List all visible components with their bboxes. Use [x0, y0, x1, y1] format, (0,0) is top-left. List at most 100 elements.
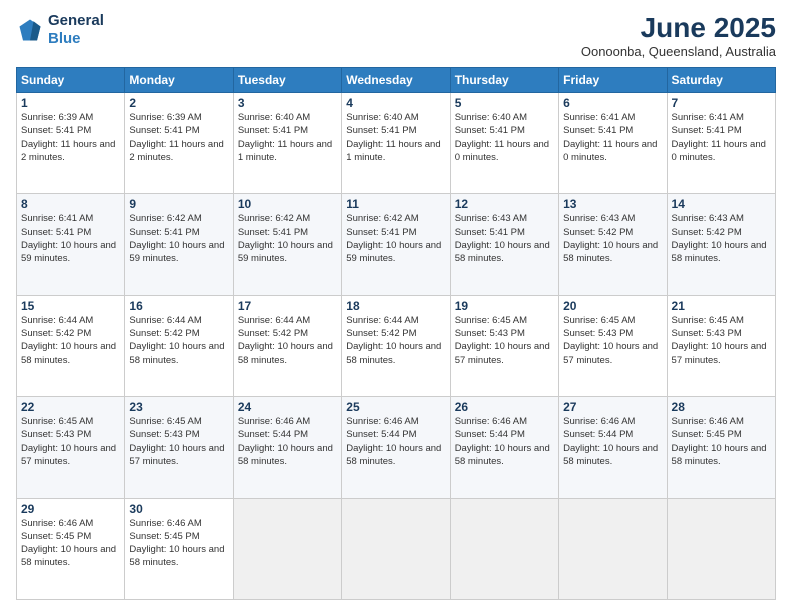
day-info: Sunrise: 6:39 AM Sunset: 5:41 PM Dayligh…	[129, 111, 228, 164]
calendar-table: Sunday Monday Tuesday Wednesday Thursday…	[16, 67, 776, 600]
calendar-cell: 20 Sunrise: 6:45 AM Sunset: 5:43 PM Dayl…	[559, 295, 667, 396]
calendar-cell: 18 Sunrise: 6:44 AM Sunset: 5:42 PM Dayl…	[342, 295, 450, 396]
day-number: 18	[346, 299, 445, 313]
calendar-cell: 7 Sunrise: 6:41 AM Sunset: 5:41 PM Dayli…	[667, 93, 775, 194]
col-saturday: Saturday	[667, 68, 775, 93]
day-info: Sunrise: 6:44 AM Sunset: 5:42 PM Dayligh…	[129, 314, 228, 367]
day-number: 5	[455, 96, 554, 110]
calendar-cell: 23 Sunrise: 6:45 AM Sunset: 5:43 PM Dayl…	[125, 397, 233, 498]
day-info: Sunrise: 6:46 AM Sunset: 5:45 PM Dayligh…	[672, 415, 771, 468]
day-info: Sunrise: 6:40 AM Sunset: 5:41 PM Dayligh…	[238, 111, 337, 164]
calendar-cell: 29 Sunrise: 6:46 AM Sunset: 5:45 PM Dayl…	[17, 498, 125, 599]
day-info: Sunrise: 6:44 AM Sunset: 5:42 PM Dayligh…	[238, 314, 337, 367]
day-number: 12	[455, 197, 554, 211]
day-info: Sunrise: 6:43 AM Sunset: 5:42 PM Dayligh…	[563, 212, 662, 265]
calendar-cell: 25 Sunrise: 6:46 AM Sunset: 5:44 PM Dayl…	[342, 397, 450, 498]
day-info: Sunrise: 6:45 AM Sunset: 5:43 PM Dayligh…	[563, 314, 662, 367]
calendar-cell: 27 Sunrise: 6:46 AM Sunset: 5:44 PM Dayl…	[559, 397, 667, 498]
day-number: 20	[563, 299, 662, 313]
day-info: Sunrise: 6:41 AM Sunset: 5:41 PM Dayligh…	[21, 212, 120, 265]
day-number: 11	[346, 197, 445, 211]
day-info: Sunrise: 6:46 AM Sunset: 5:44 PM Dayligh…	[238, 415, 337, 468]
day-info: Sunrise: 6:45 AM Sunset: 5:43 PM Dayligh…	[455, 314, 554, 367]
calendar-cell: 24 Sunrise: 6:46 AM Sunset: 5:44 PM Dayl…	[233, 397, 341, 498]
calendar-cell: 1 Sunrise: 6:39 AM Sunset: 5:41 PM Dayli…	[17, 93, 125, 194]
calendar-row-4: 22 Sunrise: 6:45 AM Sunset: 5:43 PM Dayl…	[17, 397, 776, 498]
logo-icon	[16, 16, 44, 44]
day-number: 28	[672, 400, 771, 414]
col-thursday: Thursday	[450, 68, 558, 93]
col-friday: Friday	[559, 68, 667, 93]
calendar-cell: 4 Sunrise: 6:40 AM Sunset: 5:41 PM Dayli…	[342, 93, 450, 194]
day-number: 29	[21, 502, 120, 516]
day-info: Sunrise: 6:43 AM Sunset: 5:42 PM Dayligh…	[672, 212, 771, 265]
calendar-cell	[342, 498, 450, 599]
calendar-header-row: Sunday Monday Tuesday Wednesday Thursday…	[17, 68, 776, 93]
calendar-cell: 14 Sunrise: 6:43 AM Sunset: 5:42 PM Dayl…	[667, 194, 775, 295]
calendar-cell	[559, 498, 667, 599]
day-info: Sunrise: 6:45 AM Sunset: 5:43 PM Dayligh…	[672, 314, 771, 367]
day-info: Sunrise: 6:46 AM Sunset: 5:45 PM Dayligh…	[21, 517, 120, 570]
calendar-cell: 3 Sunrise: 6:40 AM Sunset: 5:41 PM Dayli…	[233, 93, 341, 194]
calendar-cell: 6 Sunrise: 6:41 AM Sunset: 5:41 PM Dayli…	[559, 93, 667, 194]
day-number: 26	[455, 400, 554, 414]
day-number: 15	[21, 299, 120, 313]
day-number: 23	[129, 400, 228, 414]
calendar-cell: 17 Sunrise: 6:44 AM Sunset: 5:42 PM Dayl…	[233, 295, 341, 396]
day-info: Sunrise: 6:46 AM Sunset: 5:44 PM Dayligh…	[563, 415, 662, 468]
calendar-cell: 30 Sunrise: 6:46 AM Sunset: 5:45 PM Dayl…	[125, 498, 233, 599]
calendar-cell: 26 Sunrise: 6:46 AM Sunset: 5:44 PM Dayl…	[450, 397, 558, 498]
day-info: Sunrise: 6:42 AM Sunset: 5:41 PM Dayligh…	[238, 212, 337, 265]
day-number: 25	[346, 400, 445, 414]
day-info: Sunrise: 6:45 AM Sunset: 5:43 PM Dayligh…	[21, 415, 120, 468]
day-number: 30	[129, 502, 228, 516]
col-wednesday: Wednesday	[342, 68, 450, 93]
day-number: 9	[129, 197, 228, 211]
day-number: 14	[672, 197, 771, 211]
day-number: 19	[455, 299, 554, 313]
calendar-cell	[450, 498, 558, 599]
day-number: 2	[129, 96, 228, 110]
calendar-cell: 28 Sunrise: 6:46 AM Sunset: 5:45 PM Dayl…	[667, 397, 775, 498]
day-info: Sunrise: 6:42 AM Sunset: 5:41 PM Dayligh…	[129, 212, 228, 265]
calendar-cell: 16 Sunrise: 6:44 AM Sunset: 5:42 PM Dayl…	[125, 295, 233, 396]
day-number: 17	[238, 299, 337, 313]
calendar-row-5: 29 Sunrise: 6:46 AM Sunset: 5:45 PM Dayl…	[17, 498, 776, 599]
location: Oonoonba, Queensland, Australia	[581, 44, 776, 59]
day-number: 1	[21, 96, 120, 110]
calendar-cell: 15 Sunrise: 6:44 AM Sunset: 5:42 PM Dayl…	[17, 295, 125, 396]
title-area: June 2025 Oonoonba, Queensland, Australi…	[581, 12, 776, 59]
col-tuesday: Tuesday	[233, 68, 341, 93]
calendar-row-1: 1 Sunrise: 6:39 AM Sunset: 5:41 PM Dayli…	[17, 93, 776, 194]
logo: General Blue	[16, 12, 104, 48]
day-info: Sunrise: 6:40 AM Sunset: 5:41 PM Dayligh…	[346, 111, 445, 164]
day-info: Sunrise: 6:43 AM Sunset: 5:41 PM Dayligh…	[455, 212, 554, 265]
logo-text: General Blue	[48, 12, 104, 48]
day-number: 22	[21, 400, 120, 414]
calendar-cell: 12 Sunrise: 6:43 AM Sunset: 5:41 PM Dayl…	[450, 194, 558, 295]
day-number: 13	[563, 197, 662, 211]
day-info: Sunrise: 6:46 AM Sunset: 5:44 PM Dayligh…	[346, 415, 445, 468]
calendar-row-2: 8 Sunrise: 6:41 AM Sunset: 5:41 PM Dayli…	[17, 194, 776, 295]
col-sunday: Sunday	[17, 68, 125, 93]
header: General Blue June 2025 Oonoonba, Queensl…	[16, 12, 776, 59]
col-monday: Monday	[125, 68, 233, 93]
day-info: Sunrise: 6:45 AM Sunset: 5:43 PM Dayligh…	[129, 415, 228, 468]
day-number: 24	[238, 400, 337, 414]
day-number: 16	[129, 299, 228, 313]
calendar-cell: 9 Sunrise: 6:42 AM Sunset: 5:41 PM Dayli…	[125, 194, 233, 295]
day-number: 10	[238, 197, 337, 211]
month-year: June 2025	[581, 12, 776, 44]
day-number: 8	[21, 197, 120, 211]
calendar-cell: 19 Sunrise: 6:45 AM Sunset: 5:43 PM Dayl…	[450, 295, 558, 396]
calendar-cell: 22 Sunrise: 6:45 AM Sunset: 5:43 PM Dayl…	[17, 397, 125, 498]
day-info: Sunrise: 6:41 AM Sunset: 5:41 PM Dayligh…	[563, 111, 662, 164]
day-info: Sunrise: 6:44 AM Sunset: 5:42 PM Dayligh…	[21, 314, 120, 367]
day-info: Sunrise: 6:42 AM Sunset: 5:41 PM Dayligh…	[346, 212, 445, 265]
day-info: Sunrise: 6:46 AM Sunset: 5:44 PM Dayligh…	[455, 415, 554, 468]
day-number: 6	[563, 96, 662, 110]
calendar-cell: 11 Sunrise: 6:42 AM Sunset: 5:41 PM Dayl…	[342, 194, 450, 295]
day-info: Sunrise: 6:40 AM Sunset: 5:41 PM Dayligh…	[455, 111, 554, 164]
calendar-cell: 13 Sunrise: 6:43 AM Sunset: 5:42 PM Dayl…	[559, 194, 667, 295]
day-number: 3	[238, 96, 337, 110]
